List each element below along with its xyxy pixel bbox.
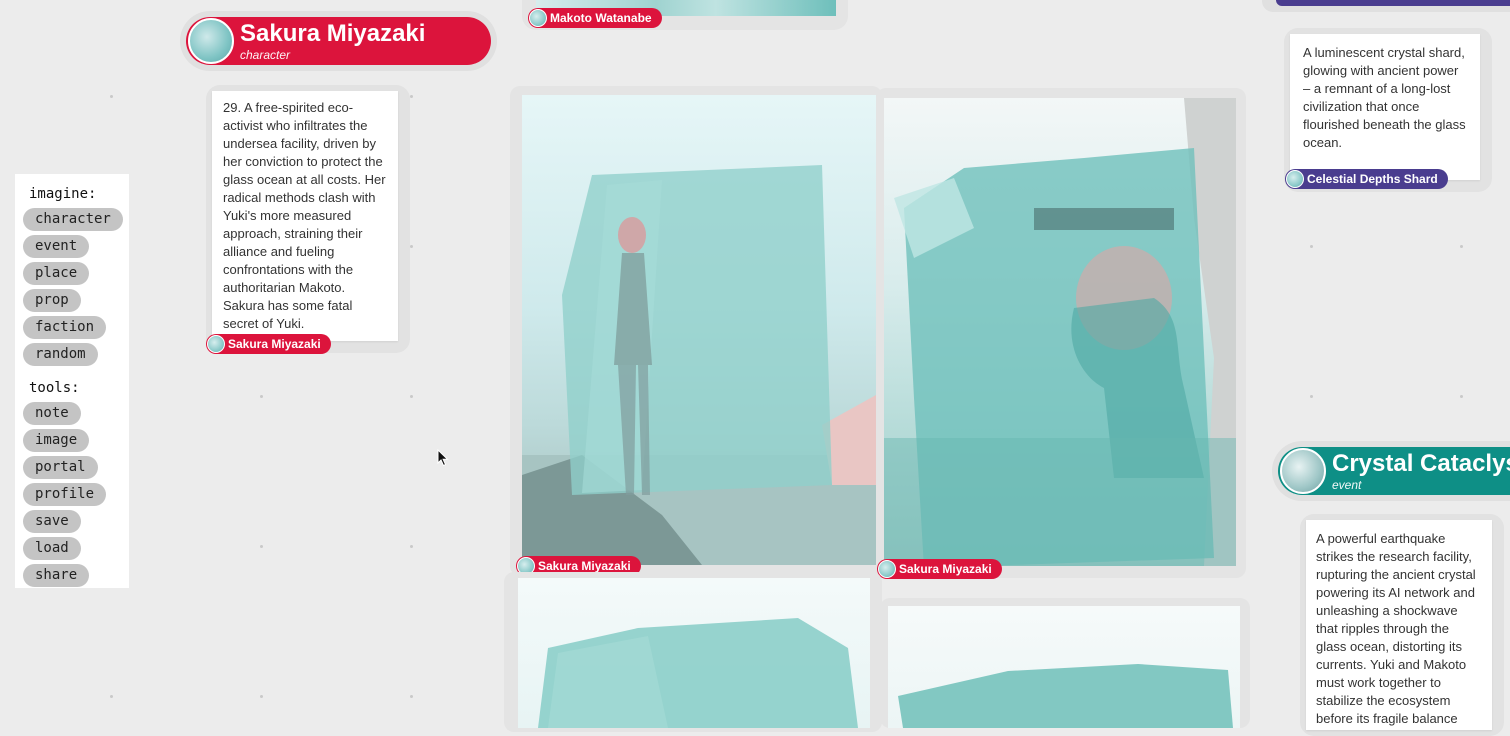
image-right-tag-avatar: [878, 560, 896, 578]
imagine-event-button[interactable]: event: [23, 235, 90, 258]
grid-dot: [260, 395, 263, 398]
crystal-figure-illustration: [522, 165, 876, 565]
profile-avatar: [188, 18, 234, 64]
tool-note-button[interactable]: note: [23, 402, 81, 425]
grid-dot: [410, 95, 413, 98]
imagine-place-button[interactable]: place: [23, 262, 90, 285]
grid-dot: [110, 695, 113, 698]
shard-tag-label: Celestial Depths Shard: [1307, 172, 1438, 186]
toolbar-panel: imagine: character event place prop fact…: [15, 174, 129, 588]
mouse-cursor-icon: [437, 449, 449, 467]
tool-save-button[interactable]: save: [23, 510, 81, 533]
grid-dot: [110, 95, 113, 98]
crystal-profile-image: [884, 98, 1236, 566]
image-right-name-tag[interactable]: Sakura Miyazaki: [877, 559, 1002, 579]
grid-dot: [1310, 245, 1313, 248]
profile-header[interactable]: Sakura Miyazaki character: [186, 17, 491, 65]
profile-header-frame: Sakura Miyazaki character: [180, 11, 497, 71]
profile-name-tag[interactable]: Sakura Miyazaki: [206, 334, 331, 354]
event-description-text: A powerful earthquake strikes the resear…: [1316, 531, 1476, 730]
makoto-name-tag[interactable]: Makoto Watanabe: [528, 8, 662, 28]
profile-description-card[interactable]: 29. A free-spirited eco-activist who inf…: [212, 91, 398, 341]
grid-dot: [1460, 245, 1463, 248]
crystal-figure-image: [522, 95, 876, 565]
image-card-frame-left[interactable]: [510, 86, 882, 576]
image-card-frame-right[interactable]: [876, 88, 1246, 578]
shard-description-frame: A luminescent crystal shard, glowing wit…: [1284, 28, 1492, 192]
event-name: Crystal Cataclysm: [1332, 449, 1510, 477]
tool-image-button[interactable]: image: [23, 429, 90, 452]
grid-dot: [410, 395, 413, 398]
event-description-card[interactable]: A powerful earthquake strikes the resear…: [1306, 520, 1492, 730]
tool-load-button[interactable]: load: [23, 537, 81, 560]
profile-kind: character: [240, 47, 291, 62]
event-avatar: [1280, 448, 1326, 494]
profile-name: Sakura Miyazaki: [240, 19, 426, 47]
imagine-random-button[interactable]: random: [23, 343, 98, 366]
crystal-block-image-2: [888, 606, 1240, 728]
image-card-frame-bottom-left[interactable]: [504, 572, 882, 732]
grid-dot: [260, 545, 263, 548]
tool-profile-button[interactable]: profile: [23, 483, 107, 506]
shard-description-card[interactable]: A luminescent crystal shard, glowing wit…: [1290, 34, 1480, 180]
event-kind: event: [1332, 477, 1362, 492]
grid-dot: [410, 545, 413, 548]
event-header[interactable]: Crystal Cataclysm event: [1278, 447, 1510, 495]
makoto-tag-label: Makoto Watanabe: [550, 11, 652, 25]
grid-dot: [410, 245, 413, 248]
crystal-block-illustration-2: [898, 664, 1233, 728]
crystal-block-image-1: [518, 578, 870, 728]
imagine-faction-button[interactable]: faction: [23, 316, 107, 339]
image-card-frame-bottom-right[interactable]: [880, 598, 1250, 728]
event-header-frame: Crystal Cataclysm event: [1272, 441, 1510, 501]
imagine-character-button[interactable]: character: [23, 208, 123, 231]
grid-dot: [1310, 395, 1313, 398]
profile-description-frame: 29. A free-spirited eco-activist who inf…: [206, 85, 410, 353]
tool-portal-button[interactable]: portal: [23, 456, 98, 479]
imagine-section-label: imagine:: [29, 186, 97, 202]
tool-share-button[interactable]: share: [23, 564, 90, 587]
grid-dot: [1460, 395, 1463, 398]
grid-dot: [410, 695, 413, 698]
profile-description-text: 29. A free-spirited eco-activist who inf…: [223, 100, 386, 331]
image-right-tag-label: Sakura Miyazaki: [899, 562, 992, 576]
imagine-prop-button[interactable]: prop: [23, 289, 81, 312]
grid-dot: [260, 695, 263, 698]
shard-name-tag[interactable]: Celestial Depths Shard: [1285, 169, 1448, 189]
crystal-profile-illustration: [884, 98, 1236, 566]
event-description-frame: A powerful earthquake strikes the resear…: [1300, 514, 1504, 736]
top-right-header-strip: [1276, 0, 1510, 6]
profile-tag-avatar: [207, 335, 225, 353]
crystal-block-illustration-1: [538, 618, 858, 728]
shard-tag-avatar: [1286, 170, 1304, 188]
makoto-avatar: [529, 9, 547, 27]
image-left-tag-label: Sakura Miyazaki: [538, 559, 631, 573]
profile-tag-label: Sakura Miyazaki: [228, 337, 321, 351]
tools-section-label: tools:: [29, 380, 80, 396]
shard-description-text: A luminescent crystal shard, glowing wit…: [1303, 45, 1466, 150]
